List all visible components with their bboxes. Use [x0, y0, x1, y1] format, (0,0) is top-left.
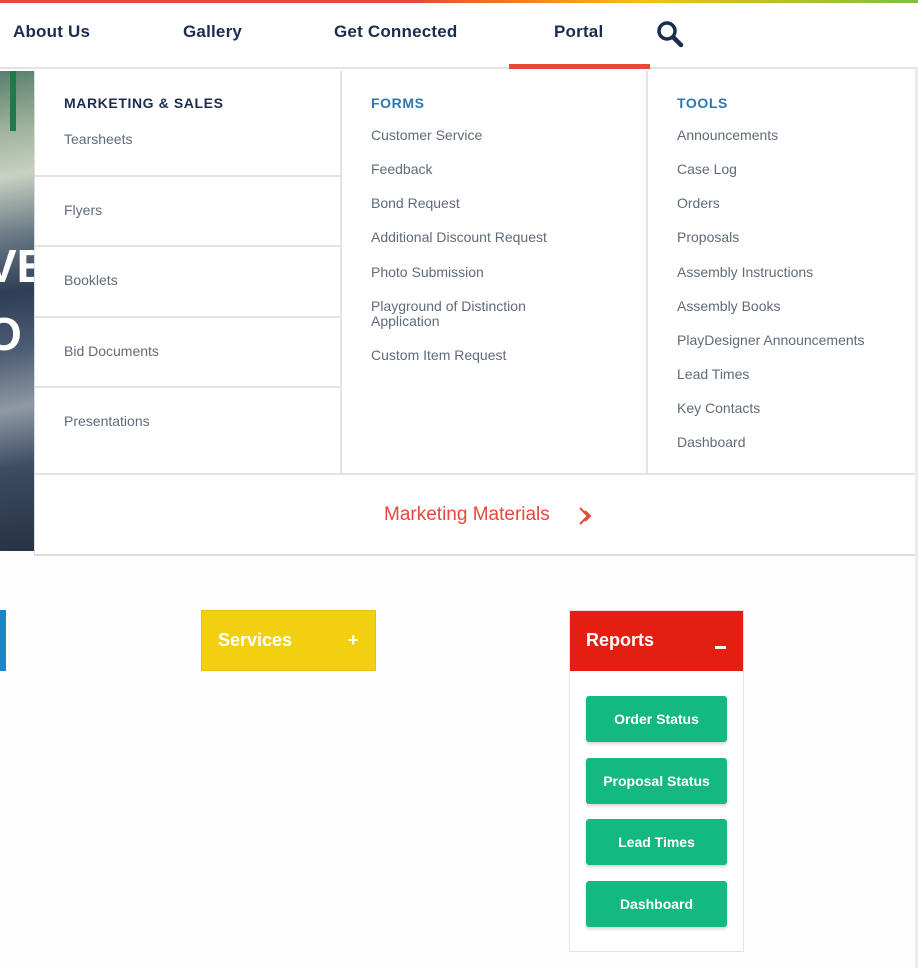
link-proposals[interactable]: Proposals	[677, 230, 918, 245]
nav-about-us[interactable]: About Us	[13, 3, 90, 69]
marketing-materials-link[interactable]: Marketing Materials	[384, 504, 550, 526]
menu-cell: Bid Documents	[35, 318, 340, 388]
menu-cell: Flyers	[35, 177, 340, 247]
link-photo-submission[interactable]: Photo Submission	[371, 265, 621, 280]
menu-cell: MARKETING & SALES Tearsheets	[35, 71, 340, 177]
marketing-sales-column: MARKETING & SALES Tearsheets Flyers Book…	[35, 71, 342, 473]
nav-gallery[interactable]: Gallery	[183, 3, 242, 69]
reports-panel: Reports Order Status Proposal Status Lea…	[569, 610, 744, 952]
link-assembly-books[interactable]: Assembly Books	[677, 299, 918, 314]
forms-heading: FORMS	[371, 95, 425, 111]
link-bid-documents[interactable]: Bid Documents	[64, 343, 159, 359]
proposal-status-button[interactable]: Proposal Status	[586, 758, 727, 804]
services-panel-header[interactable]: Services +	[201, 610, 376, 671]
lead-times-button[interactable]: Lead Times	[586, 819, 727, 865]
main-navigation: About Us Gallery Get Connected Portal	[0, 3, 918, 69]
marketing-sales-heading: MARKETING & SALES	[64, 95, 224, 111]
link-flyers[interactable]: Flyers	[64, 202, 102, 218]
link-booklets[interactable]: Booklets	[64, 272, 118, 288]
chevron-double-right-icon[interactable]	[578, 506, 594, 526]
menu-cell: Booklets	[35, 247, 340, 318]
collapsed-panel-edge[interactable]	[0, 610, 6, 671]
link-case-log[interactable]: Case Log	[677, 162, 918, 177]
link-assembly-instructions[interactable]: Assembly Instructions	[677, 265, 918, 280]
order-status-button[interactable]: Order Status	[586, 696, 727, 742]
link-playdesigner-announcements[interactable]: PlayDesigner Announcements	[677, 333, 918, 348]
link-custom-item-request[interactable]: Custom Item Request	[371, 348, 621, 363]
nav-portal[interactable]: Portal	[554, 3, 603, 69]
link-additional-discount-request[interactable]: Additional Discount Request	[371, 230, 621, 245]
link-presentations[interactable]: Presentations	[64, 413, 150, 429]
reports-panel-header[interactable]: Reports	[570, 611, 743, 671]
search-icon[interactable]	[656, 20, 684, 48]
link-feedback[interactable]: Feedback	[371, 162, 621, 177]
link-customer-service[interactable]: Customer Service	[371, 128, 621, 143]
marketing-materials-row: Marketing Materials	[35, 473, 917, 554]
link-lead-times[interactable]: Lead Times	[677, 367, 918, 382]
link-tearsheets[interactable]: Tearsheets	[64, 131, 132, 147]
link-announcements[interactable]: Announcements	[677, 128, 918, 143]
plus-icon[interactable]: +	[348, 630, 359, 651]
tools-heading: TOOLS	[677, 95, 728, 111]
link-orders[interactable]: Orders	[677, 196, 918, 211]
hero-decoration	[10, 71, 16, 131]
forms-column: FORMS Customer Service Feedback Bond Req…	[342, 71, 648, 473]
services-title: Services	[218, 630, 293, 650]
link-playground-of-distinction-application[interactable]: Playground of Distinction Application	[371, 299, 571, 329]
link-bond-request[interactable]: Bond Request	[371, 196, 621, 211]
hero-text-fragment: VE	[0, 240, 35, 292]
menu-cell: Presentations	[35, 388, 340, 473]
reports-title: Reports	[586, 630, 655, 650]
hero-text-fragment: O	[0, 308, 22, 360]
dashboard-button[interactable]: Dashboard	[586, 881, 727, 927]
hero-image: VE O	[0, 71, 35, 551]
link-key-contacts[interactable]: Key Contacts	[677, 401, 918, 416]
minus-icon[interactable]	[715, 646, 726, 649]
tools-column: TOOLS Announcements Case Log Orders Prop…	[648, 71, 918, 473]
nav-active-indicator	[509, 64, 650, 69]
link-dashboard[interactable]: Dashboard	[677, 435, 918, 450]
portal-mega-menu: MARKETING & SALES Tearsheets Flyers Book…	[34, 71, 918, 556]
nav-get-connected[interactable]: Get Connected	[334, 3, 458, 69]
